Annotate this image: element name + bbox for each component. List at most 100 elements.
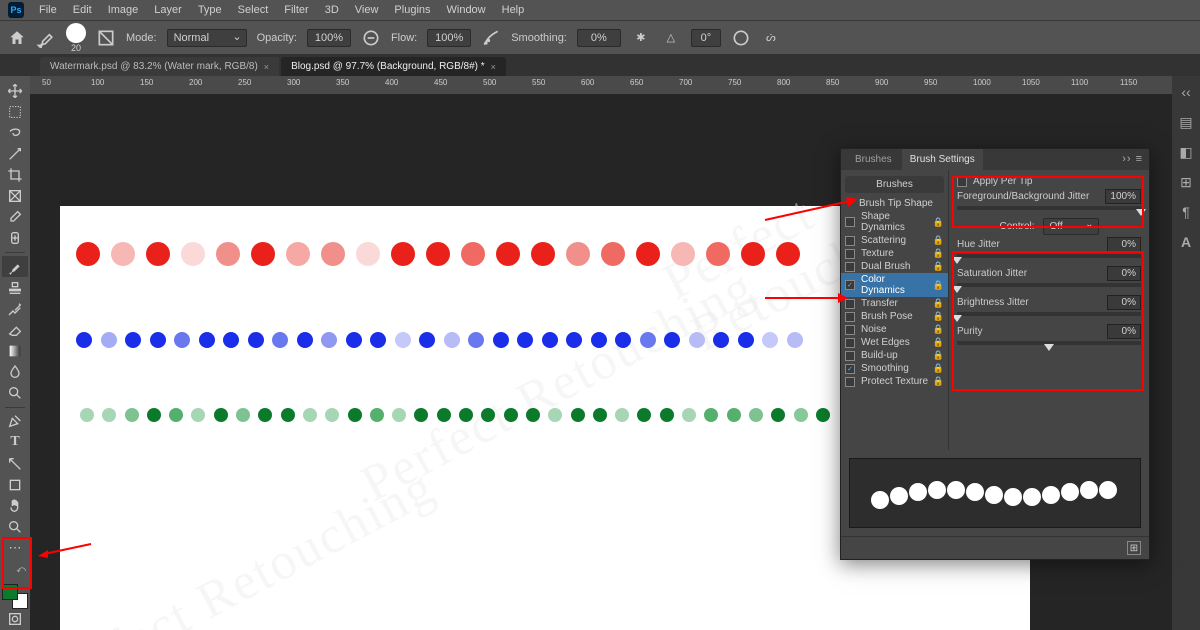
tab-blog[interactable]: Blog.psd @ 97.7% (Background, RGB/8#) *× bbox=[281, 57, 506, 76]
panel-collapse-icon[interactable]: ›› ≡ bbox=[1122, 153, 1143, 165]
brightness-jitter-value[interactable]: 0% bbox=[1107, 295, 1141, 310]
lock-icon[interactable]: 🔒 bbox=[933, 298, 944, 309]
checkbox[interactable] bbox=[845, 377, 855, 387]
brush-tip-shape[interactable]: Brush Tip Shape bbox=[841, 197, 948, 210]
brush-setting-row[interactable]: Scattering🔒 bbox=[841, 234, 948, 247]
lock-icon[interactable]: 🔒 bbox=[933, 337, 944, 348]
lock-icon[interactable]: 🔒 bbox=[933, 261, 944, 272]
lock-icon[interactable]: 🔒 bbox=[933, 376, 944, 387]
quickmask-icon[interactable] bbox=[2, 609, 28, 630]
menu-view[interactable]: View bbox=[348, 2, 386, 18]
shape-tool[interactable] bbox=[2, 474, 28, 495]
close-icon[interactable]: × bbox=[491, 62, 496, 72]
brush-setting-row[interactable]: Noise🔒 bbox=[841, 323, 948, 336]
lock-icon[interactable]: 🔒 bbox=[933, 217, 944, 228]
brush-setting-row[interactable]: Transfer🔒 bbox=[841, 297, 948, 310]
hand-tool[interactable] bbox=[2, 495, 28, 516]
lock-icon[interactable]: 🔒 bbox=[933, 363, 944, 374]
color-swatches[interactable] bbox=[2, 584, 28, 609]
pressure-size-icon[interactable] bbox=[731, 28, 751, 48]
checkbox[interactable] bbox=[845, 236, 855, 246]
brush-tool[interactable] bbox=[2, 256, 28, 277]
menu-edit[interactable]: Edit bbox=[66, 2, 99, 18]
opacity-pressure-icon[interactable] bbox=[361, 28, 381, 48]
smoothing-value[interactable]: 0% bbox=[577, 29, 621, 47]
lock-icon[interactable]: 🔒 bbox=[933, 350, 944, 361]
checkbox[interactable] bbox=[845, 299, 855, 309]
pen-tool[interactable] bbox=[2, 411, 28, 432]
move-tool[interactable] bbox=[2, 80, 28, 101]
character-icon[interactable]: A bbox=[1174, 230, 1198, 254]
history-brush-tool[interactable] bbox=[2, 298, 28, 319]
checkbox[interactable] bbox=[845, 280, 855, 290]
edit-toolbar-icon[interactable]: ⋯ bbox=[2, 538, 28, 559]
menu-layer[interactable]: Layer bbox=[147, 2, 189, 18]
lock-icon[interactable]: 🔒 bbox=[933, 324, 944, 335]
checkbox[interactable] bbox=[845, 262, 855, 272]
path-tool[interactable] bbox=[2, 453, 28, 474]
checkbox[interactable] bbox=[845, 325, 855, 335]
marquee-tool[interactable] bbox=[2, 101, 28, 122]
lock-icon[interactable]: 🔒 bbox=[933, 280, 944, 291]
angle-value[interactable]: 0° bbox=[691, 29, 721, 47]
opacity-value[interactable]: 100% bbox=[307, 29, 351, 47]
fg-bg-jitter-slider[interactable] bbox=[957, 206, 1141, 210]
smoothing-options-icon[interactable]: ✱ bbox=[631, 28, 651, 48]
mode-select[interactable]: Normal bbox=[167, 29, 247, 47]
symmetry-icon[interactable]: ᔖ bbox=[761, 28, 781, 48]
hue-jitter-slider[interactable] bbox=[957, 254, 1141, 258]
apply-per-tip-checkbox[interactable] bbox=[957, 177, 967, 187]
home-icon[interactable] bbox=[8, 29, 26, 47]
new-preset-icon[interactable]: ⊞ bbox=[1127, 541, 1141, 555]
crop-tool[interactable] bbox=[2, 165, 28, 186]
blur-tool[interactable] bbox=[2, 362, 28, 383]
checkbox[interactable] bbox=[845, 249, 855, 259]
purity-value[interactable]: 0% bbox=[1107, 324, 1141, 339]
airbrush-icon[interactable] bbox=[481, 28, 501, 48]
brush-setting-row[interactable]: Color Dynamics🔒 bbox=[841, 273, 948, 297]
control-select[interactable]: Off bbox=[1043, 218, 1099, 235]
menu-window[interactable]: Window bbox=[440, 2, 493, 18]
brush-setting-row[interactable]: Texture🔒 bbox=[841, 247, 948, 260]
menu-filter[interactable]: Filter bbox=[277, 2, 315, 18]
menu-select[interactable]: Select bbox=[231, 2, 276, 18]
brush-size-preview[interactable]: 20 bbox=[66, 23, 86, 53]
brightness-jitter-slider[interactable] bbox=[957, 312, 1141, 316]
frame-tool[interactable] bbox=[2, 186, 28, 207]
brush-setting-row[interactable]: Wet Edges🔒 bbox=[841, 336, 948, 349]
checkbox[interactable] bbox=[845, 338, 855, 348]
flow-value[interactable]: 100% bbox=[427, 29, 471, 47]
heal-tool[interactable] bbox=[2, 228, 28, 249]
menu-image[interactable]: Image bbox=[101, 2, 146, 18]
brush-setting-row[interactable]: Brush Pose🔒 bbox=[841, 310, 948, 323]
saturation-jitter-slider[interactable] bbox=[957, 283, 1141, 287]
panel-icon[interactable]: ◧ bbox=[1174, 140, 1198, 164]
brushes-header[interactable]: Brushes bbox=[845, 176, 944, 193]
brush-setting-row[interactable]: Smoothing🔒 bbox=[841, 362, 948, 375]
checkbox[interactable] bbox=[845, 217, 855, 227]
fg-color-swatch[interactable] bbox=[2, 584, 18, 600]
fg-bg-jitter-value[interactable]: 100% bbox=[1105, 189, 1141, 204]
dodge-tool[interactable] bbox=[2, 383, 28, 404]
hue-jitter-value[interactable]: 0% bbox=[1107, 237, 1141, 252]
tab-watermark[interactable]: Watermark.psd @ 83.2% (Water mark, RGB/8… bbox=[40, 57, 279, 76]
purity-slider[interactable] bbox=[957, 341, 1141, 345]
brush-setting-row[interactable]: Dual Brush🔒 bbox=[841, 260, 948, 273]
swap-colors-icon[interactable]: ⤺ bbox=[2, 559, 28, 580]
zoom-tool[interactable] bbox=[2, 516, 28, 537]
brush-setting-row[interactable]: Shape Dynamics🔒 bbox=[841, 210, 948, 234]
menu-type[interactable]: Type bbox=[191, 2, 229, 18]
angle-icon[interactable]: △ bbox=[661, 28, 681, 48]
panel-icon[interactable]: ▤ bbox=[1174, 110, 1198, 134]
brush-tool-icon[interactable] bbox=[36, 28, 56, 48]
menu-help[interactable]: Help bbox=[495, 2, 532, 18]
tab-brushes[interactable]: Brushes bbox=[847, 149, 900, 170]
lock-icon[interactable]: 🔒 bbox=[933, 248, 944, 259]
menu-3d[interactable]: 3D bbox=[318, 2, 346, 18]
checkbox[interactable] bbox=[845, 364, 855, 374]
brush-setting-row[interactable]: Protect Texture🔒 bbox=[841, 375, 948, 388]
checkbox[interactable] bbox=[845, 312, 855, 322]
gradient-tool[interactable] bbox=[2, 340, 28, 361]
paragraph-icon[interactable]: ¶ bbox=[1174, 200, 1198, 224]
tab-brush-settings[interactable]: Brush Settings bbox=[902, 149, 983, 170]
